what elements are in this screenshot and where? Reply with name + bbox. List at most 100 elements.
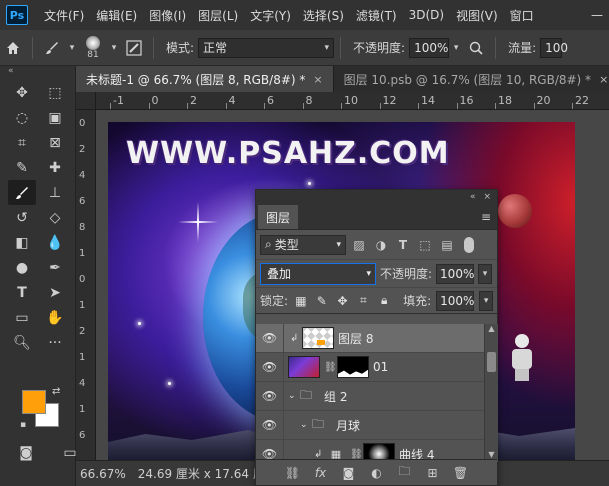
lock-position-icon[interactable]: ✥ (335, 293, 351, 309)
chevron-down-icon[interactable]: ▾ (449, 43, 463, 53)
rectangle-tool-icon[interactable]: ▭ (8, 305, 36, 330)
more-tools-icon[interactable]: ··· (41, 330, 69, 355)
brush-settings-icon[interactable] (121, 36, 147, 60)
link-layers-icon[interactable]: ⛓ (285, 465, 301, 481)
menu-type[interactable]: 文字(Y) (244, 7, 297, 24)
menu-file[interactable]: 文件(F) (38, 7, 90, 24)
menu-edit[interactable]: 编辑(E) (90, 7, 143, 24)
visibility-eye-icon[interactable]: 👁︎ (256, 410, 284, 440)
hand-tool-icon[interactable]: ✋ (41, 305, 69, 330)
zoom-tool-icon[interactable]: 🔍︎ (8, 330, 36, 355)
tab-untitled-1[interactable]: 未标题-1 @ 66.7% (图层 8, RGB/8#) * × (76, 66, 334, 92)
mask-link-icon[interactable]: ⛓ (350, 449, 363, 460)
chevron-down-icon[interactable]: ▾ (65, 43, 79, 53)
blend-mode-select[interactable]: 叠加 ▾ (260, 262, 376, 285)
chevron-down-icon[interactable]: ▾ (478, 263, 493, 284)
eraser-tool-icon[interactable]: ◇ (41, 205, 69, 230)
ruler-tick-label: 8 (305, 94, 313, 107)
visibility-eye-icon[interactable]: 👁︎ (256, 324, 284, 353)
lock-transparency-icon[interactable]: ▦ (293, 293, 309, 309)
type-filter-icon[interactable]: T (394, 236, 412, 254)
home-icon[interactable] (0, 36, 26, 60)
history-brush-tool-icon[interactable]: ↺ (8, 205, 36, 230)
close-icon[interactable]: × (599, 73, 608, 86)
tab-layer-10-psb[interactable]: 图层 10.psb @ 16.7% (图层 10, RGB/8#) * × (333, 66, 609, 92)
eyedropper-tool-icon[interactable]: ✎ (8, 155, 36, 180)
lock-pixels-icon[interactable]: ✎ (314, 293, 330, 309)
delete-layer-icon[interactable]: 🗑︎ (453, 465, 469, 481)
layer-mask-thumbnail[interactable] (337, 356, 369, 378)
opacity-input[interactable]: 100% (409, 37, 450, 58)
default-colors-icon[interactable]: ▪ (20, 420, 26, 430)
adjustment-layer-icon[interactable]: ◐ (369, 465, 385, 481)
layer-row-01[interactable]: 👁︎ ⛓ 01 (256, 352, 484, 382)
lock-all-icon[interactable]: 🔒︎ (376, 293, 392, 309)
layers-scrollbar[interactable]: ▲ ▼ (484, 324, 498, 462)
layer-row-moon-group[interactable]: 👁︎ ⌄ 🗀 月球 (256, 410, 484, 440)
new-group-icon[interactable]: 🗀 (397, 464, 413, 481)
flow-input[interactable]: 100 (540, 37, 568, 58)
filter-toggle[interactable] (464, 236, 474, 253)
menu-select[interactable]: 选择(S) (297, 7, 350, 24)
menu-window[interactable]: 窗口 (504, 7, 540, 24)
adjustment-filter-icon[interactable]: ◑ (372, 236, 390, 254)
menu-view[interactable]: 视图(V) (450, 7, 504, 24)
minimize-button[interactable]: — (585, 8, 609, 22)
chevron-down-icon[interactable]: ⌄ (288, 391, 300, 401)
panel-menu-icon[interactable]: ≡ (481, 210, 491, 224)
pixel-filter-icon[interactable]: ▨ (350, 236, 368, 254)
chevron-down-icon[interactable]: ▾ (479, 290, 494, 311)
collapse-toolbar-icon[interactable]: « (0, 66, 75, 80)
astronaut-figure (512, 334, 532, 382)
smart-object-filter-icon[interactable]: ▤ (438, 236, 456, 254)
scrollbar-thumb[interactable] (487, 352, 496, 372)
visibility-eye-icon[interactable]: 👁︎ (256, 352, 284, 382)
crop-tool-icon[interactable]: ⌗ (8, 130, 36, 155)
swap-colors-icon[interactable]: ⇄ (52, 386, 60, 397)
fill-input[interactable]: 100% (436, 290, 474, 311)
healing-brush-tool-icon[interactable]: ✚ (41, 155, 69, 180)
layer-opacity-input[interactable]: 100% (436, 263, 474, 284)
lasso-tool-icon[interactable]: ◌ (8, 105, 36, 130)
layer-row-group-2[interactable]: 👁︎ ⌄ 🗀 组 2 (256, 381, 484, 411)
move-tool-icon[interactable]: ✥ (8, 80, 36, 105)
path-selection-tool-icon[interactable]: ➤ (41, 280, 69, 305)
menu-3d[interactable]: 3D(D) (403, 8, 450, 22)
scroll-up-icon[interactable]: ▲ (485, 324, 498, 336)
clone-stamp-tool-icon[interactable]: ⊥ (41, 180, 69, 205)
chevron-down-icon[interactable]: ⌄ (300, 420, 312, 430)
brush-preset-picker[interactable]: 81 (79, 33, 107, 63)
new-layer-icon[interactable]: ⊞ (425, 465, 441, 481)
brush-tool-icon[interactable] (39, 36, 65, 60)
mode-select[interactable]: 正常 ▾ (198, 37, 335, 58)
blur-tool-icon[interactable]: 💧 (41, 230, 69, 255)
menu-image[interactable]: 图像(I) (143, 7, 192, 24)
marquee-tool-icon[interactable]: ⬚ (41, 80, 69, 105)
layer-filter-select[interactable]: ⌕ 类型 ▾ (260, 234, 346, 255)
dodge-tool-icon[interactable]: ● (8, 255, 36, 280)
gradient-tool-icon[interactable]: ◧ (8, 230, 36, 255)
collapse-panel-icon[interactable]: « (470, 192, 476, 202)
frame-tool-icon[interactable]: ⊠ (41, 130, 69, 155)
menu-layer[interactable]: 图层(L) (192, 7, 244, 24)
pen-tool-icon[interactable]: ✒ (41, 255, 69, 280)
add-mask-icon[interactable]: ◙ (341, 465, 357, 481)
zoom-level[interactable]: 66.67% (80, 467, 126, 481)
foreground-color-swatch[interactable] (22, 390, 46, 414)
pressure-opacity-icon[interactable] (463, 36, 489, 60)
chevron-down-icon[interactable]: ▾ (107, 43, 121, 53)
shape-filter-icon[interactable]: ⬚ (416, 236, 434, 254)
mask-link-icon[interactable]: ⛓ (324, 362, 337, 373)
layer-style-fx-icon[interactable]: fx (313, 465, 329, 481)
close-panel-icon[interactable]: × (483, 192, 491, 202)
visibility-eye-icon[interactable]: 👁︎ (256, 381, 284, 411)
brush-tool-icon[interactable] (8, 180, 36, 205)
quick-mask-icon[interactable]: ◙ (12, 440, 40, 465)
layer-row-layer-8[interactable]: 👁︎ ↲ 图层 8 (256, 324, 484, 353)
tab-layers[interactable]: 图层 (258, 205, 299, 229)
lock-artboard-icon[interactable]: ⌗ (355, 293, 371, 309)
object-selection-tool-icon[interactable]: ▣ (41, 105, 69, 130)
type-tool-icon[interactable]: T (8, 280, 36, 305)
menu-filter[interactable]: 滤镜(T) (350, 7, 403, 24)
close-icon[interactable]: × (313, 73, 322, 86)
